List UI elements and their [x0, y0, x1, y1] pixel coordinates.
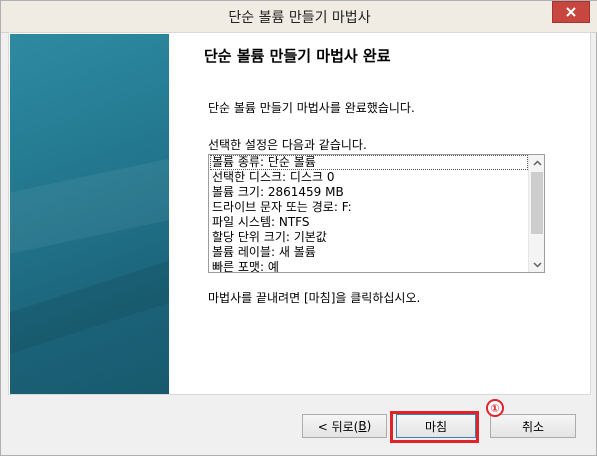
back-button-suffix: ) — [366, 419, 372, 433]
window-title: 단순 볼륨 만들기 마법사 — [228, 10, 371, 26]
settings-intro: 선택한 설정은 다음과 같습니다. — [208, 138, 367, 152]
settings-list-item[interactable]: 볼륨 레이블: 새 볼륨 — [210, 245, 528, 260]
wizard-window: 단순 볼륨 만들기 마법사 단순 볼륨 만들기 마법사 완료 단순 볼륨 만들기… — [0, 0, 597, 456]
scroll-down-button[interactable] — [529, 257, 544, 272]
listbox-scrollbar[interactable] — [528, 155, 544, 272]
wizard-side-banner — [10, 34, 169, 394]
step-marker: ① — [486, 399, 504, 417]
close-button[interactable] — [552, 1, 590, 23]
finish-instruction: 마법사를 끝내려면 [마침]을 클릭하십시오. — [208, 291, 421, 305]
settings-list-item[interactable]: 할당 단위 크기: 기본값 — [210, 230, 528, 245]
back-button-label: < 뒤로( — [317, 419, 359, 434]
settings-list-item[interactable]: 선택한 디스크: 디스크 0 — [210, 170, 528, 185]
completed-message: 단순 볼륨 만들기 마법사를 완료했습니다. — [208, 101, 415, 115]
title-bar[interactable]: 단순 볼륨 만들기 마법사 — [1, 1, 597, 33]
scroll-up-button[interactable] — [529, 155, 544, 170]
settings-list-item[interactable]: 볼륨 종류: 단순 볼륨 — [210, 155, 528, 170]
scroll-thumb[interactable] — [531, 172, 543, 234]
settings-list-item[interactable]: 파일 시스템: NTFS — [210, 215, 528, 230]
cancel-button-label: 취소 — [521, 419, 545, 434]
settings-list-item[interactable]: 볼륨 크기: 2861459 MB — [210, 185, 528, 200]
settings-list-item[interactable]: 빠른 포맷: 예 — [210, 260, 528, 272]
chevron-up-icon — [532, 159, 542, 166]
close-icon — [566, 7, 576, 17]
chevron-down-icon — [532, 261, 542, 268]
finish-button-highlight — [390, 411, 479, 443]
back-button[interactable]: < 뒤로(B) — [302, 414, 387, 438]
cancel-button[interactable]: 취소 — [490, 414, 576, 438]
settings-listbox[interactable]: 볼륨 종류: 단순 볼륨 선택한 디스크: 디스크 0 볼륨 크기: 2861459… — [208, 154, 545, 273]
page-title: 단순 볼륨 만들기 마법사 완료 — [204, 47, 391, 65]
settings-list-item[interactable]: 드라이브 문자 또는 경로: F: — [210, 200, 528, 215]
back-button-mnemonic: B — [358, 419, 367, 433]
